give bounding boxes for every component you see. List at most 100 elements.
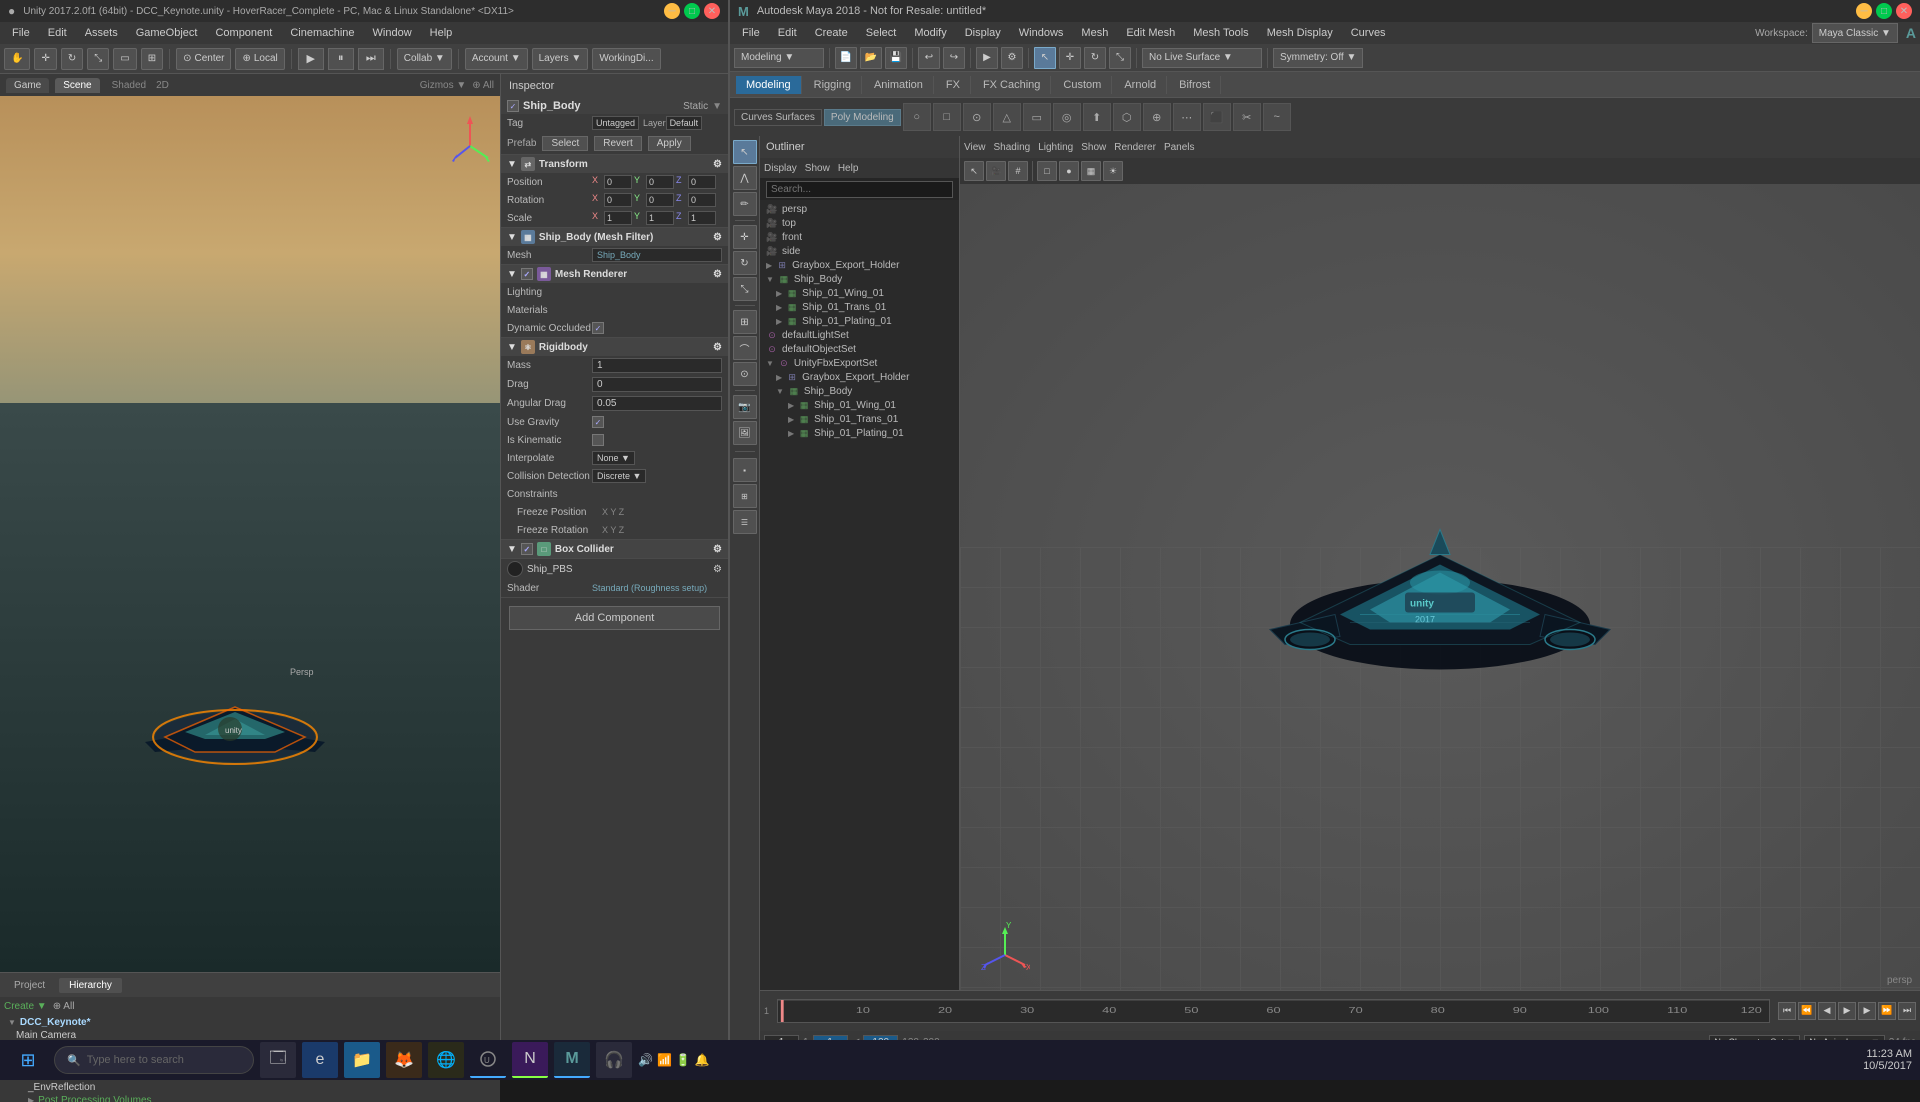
hierarchy-scene-root[interactable]: ▼ DCC_Keynote* (4, 1016, 496, 1029)
battery-icon[interactable]: 🔋 (676, 1053, 691, 1067)
pos-z-field[interactable] (688, 175, 716, 189)
dynamic-occluded-checkbox[interactable] (592, 322, 604, 334)
outliner-search-input[interactable] (766, 181, 953, 198)
pos-y-field[interactable] (646, 175, 674, 189)
render-settings-btn[interactable]: ⚙ (1001, 47, 1023, 69)
material-gear-icon[interactable]: ⚙ (713, 564, 722, 575)
modeling-dropdown[interactable]: Modeling ▼ (734, 48, 824, 68)
maya-menu-create[interactable]: Create (807, 25, 856, 41)
maya-menu-curves[interactable]: Curves (1343, 25, 1394, 41)
maya-menu-mesh[interactable]: Mesh (1073, 25, 1116, 41)
outliner-ship-body[interactable]: ▼ ▦ Ship_Body (760, 272, 959, 286)
vp-menu-renderer[interactable]: Renderer (1114, 142, 1156, 153)
redo-btn[interactable]: ↪ (943, 47, 965, 69)
layout-single-btn[interactable]: ▪ (733, 458, 757, 482)
module-tab-arnold[interactable]: Arnold (1114, 76, 1167, 94)
boxcollider-header[interactable]: ▼ □ Box Collider ⚙ (501, 540, 728, 558)
hierarchy-tab[interactable]: Hierarchy (59, 978, 122, 993)
speaker-icon[interactable]: 🔊 (638, 1053, 653, 1067)
outliner-persp[interactable]: 🎥 persp (760, 202, 959, 216)
snap-grid[interactable]: ⊞ (733, 310, 757, 334)
active-toggle[interactable] (507, 100, 519, 112)
maya-close-btn[interactable]: ✕ (1896, 3, 1912, 19)
live-surface-dropdown[interactable]: No Live Surface ▼ (1142, 48, 1262, 68)
shelf-loop-btn[interactable]: ⬛ (1203, 103, 1231, 131)
shelf-multicut-btn[interactable]: ✂ (1233, 103, 1261, 131)
layout-quad-btn[interactable]: ⊞ (733, 484, 757, 508)
shelf-plane-btn[interactable]: ▭ (1023, 103, 1051, 131)
unity-menu-help[interactable]: Help (422, 25, 461, 41)
vp-grid[interactable]: # (1008, 161, 1028, 181)
multi-tool-btn[interactable]: ⊞ (141, 48, 163, 70)
unity-menu-file[interactable]: File (4, 25, 38, 41)
next-key-btn[interactable]: ⏩ (1878, 1002, 1896, 1020)
mesh-field[interactable]: Ship_Body (592, 248, 722, 262)
unity-maximize-btn[interactable]: □ (684, 3, 700, 19)
explorer-btn[interactable]: 📁 (344, 1042, 380, 1078)
module-tab-animation[interactable]: Animation (864, 76, 934, 94)
vp-smooth[interactable]: ● (1059, 161, 1079, 181)
add-component-btn[interactable]: Add Component (509, 606, 720, 630)
hand-tool-btn[interactable]: ✋ (4, 48, 30, 70)
prev-frame-btn[interactable]: ◀ (1818, 1002, 1836, 1020)
static-dropdown-icon[interactable]: ▼ (712, 101, 722, 112)
shelf-smooth-btn[interactable]: ~ (1263, 103, 1291, 131)
transform-gear-icon[interactable]: ⚙ (713, 159, 722, 170)
shelf-sphere-btn[interactable]: ○ (903, 103, 931, 131)
onenote-btn[interactable]: N (512, 1042, 548, 1078)
tag-field[interactable]: Untagged (592, 116, 639, 130)
go-to-start-btn[interactable]: ⏮ (1778, 1002, 1796, 1020)
timeline-track[interactable]: 10 20 30 40 50 60 70 80 90 100 110 120 (777, 999, 1770, 1023)
select-tool-btn[interactable]: ↖ (1034, 47, 1056, 69)
module-tab-fx[interactable]: FX (936, 76, 971, 94)
maya-menu-meshdisplay[interactable]: Mesh Display (1259, 25, 1341, 41)
unity-menu-component[interactable]: Component (207, 25, 280, 41)
outliner-trans[interactable]: ▶ ▦ Ship_01_Trans_01 (760, 300, 959, 314)
maya-menu-windows[interactable]: Windows (1011, 25, 1072, 41)
shelf-extrude-btn[interactable]: ⬆ (1083, 103, 1111, 131)
maya-menu-meshtools[interactable]: Mesh Tools (1185, 25, 1256, 41)
pivot-center-btn[interactable]: ⊙ Center (176, 48, 231, 70)
maya-menu-file[interactable]: File (734, 25, 768, 41)
vp-menu-shading[interactable]: Shading (994, 142, 1031, 153)
outliner-plating2[interactable]: ▶ ▦ Ship_01_Plating_01 (760, 426, 959, 440)
meshfilter-gear-icon[interactable]: ⚙ (713, 232, 722, 243)
taskbar-search-box[interactable]: 🔍 Type here to search (54, 1046, 254, 1074)
outliner-side[interactable]: 🎥 side (760, 244, 959, 258)
rot-y-field[interactable] (646, 193, 674, 207)
shelf-cube-btn[interactable]: □ (933, 103, 961, 131)
notification-icon[interactable]: 🔔 (695, 1053, 710, 1067)
layers-btn[interactable]: Layers ▼ (532, 48, 589, 70)
scene-tab-game[interactable]: Game (6, 78, 49, 93)
scale-left[interactable]: ⤡ (733, 277, 757, 301)
maya-minimize-btn[interactable]: ─ (1856, 3, 1872, 19)
unity-menu-window[interactable]: Window (365, 25, 420, 41)
outliner-menu-display[interactable]: Display (764, 163, 797, 174)
snap-point[interactable]: ⊙ (733, 362, 757, 386)
module-tab-modeling[interactable]: Modeling (736, 76, 802, 94)
module-tab-fxcaching[interactable]: FX Caching (973, 76, 1051, 94)
new-scene-btn[interactable]: 📄 (835, 47, 857, 69)
scale-x-field[interactable] (604, 211, 632, 225)
rotate-tool-btn[interactable]: ↻ (1084, 47, 1106, 69)
module-tab-rigging[interactable]: Rigging (804, 76, 862, 94)
shelf-torus-btn[interactable]: ◎ (1053, 103, 1081, 131)
vp-lighting[interactable]: ☀ (1103, 161, 1123, 181)
unity-menu-assets[interactable]: Assets (77, 25, 126, 41)
select-tool-left[interactable]: ↖ (733, 140, 757, 164)
step-btn[interactable]: ⏭ (358, 48, 384, 70)
render-btn[interactable]: ▶ (976, 47, 998, 69)
rect-tool-btn[interactable]: ▭ (113, 48, 136, 70)
shelf-bevel-btn[interactable]: ⬡ (1113, 103, 1141, 131)
outliner-default-object-set[interactable]: ⊙ defaultObjectSet (760, 342, 959, 356)
task-view-btn[interactable]: 🗔 (260, 1042, 296, 1078)
outliner-wing2[interactable]: ▶ ▦ Ship_01_Wing_01 (760, 398, 959, 412)
scale-tool-btn[interactable]: ⤡ (87, 48, 109, 70)
collision-dropdown[interactable]: Discrete ▼ (592, 469, 646, 483)
next-frame-btn[interactable]: ▶ (1858, 1002, 1876, 1020)
vp-select-mask[interactable]: ↖ (964, 161, 984, 181)
space-local-btn[interactable]: ⊕ Local (235, 48, 284, 70)
project-tab[interactable]: Project (4, 978, 55, 993)
outliner-top[interactable]: 🎥 top (760, 216, 959, 230)
unity-minimize-btn[interactable]: ─ (664, 3, 680, 19)
